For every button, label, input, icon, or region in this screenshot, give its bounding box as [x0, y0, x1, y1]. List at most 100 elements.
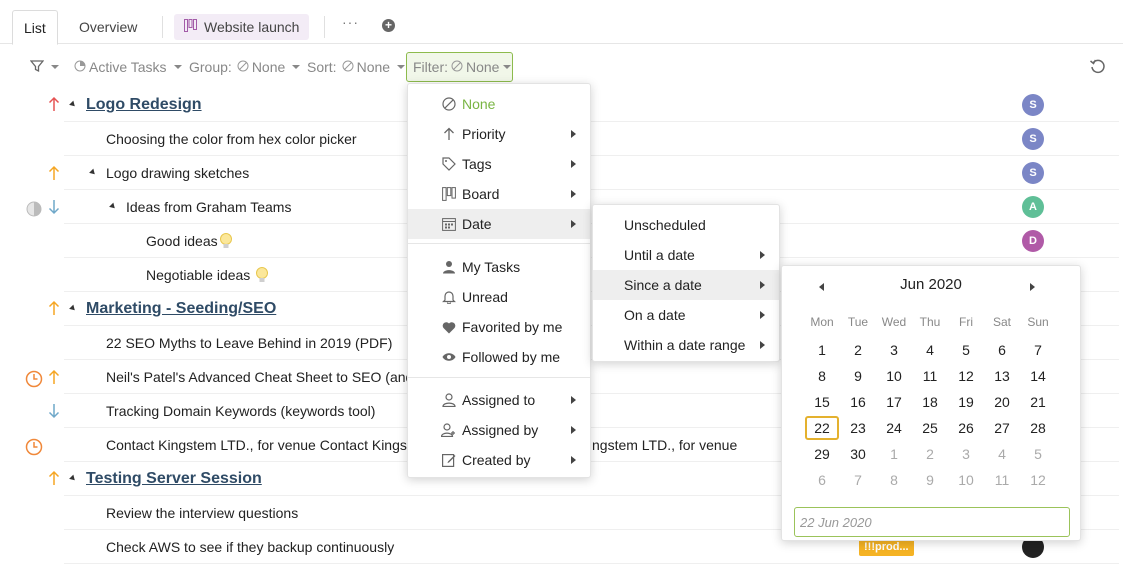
calendar-day[interactable]: 11 [985, 468, 1019, 492]
collapse-triangle-icon[interactable] [109, 202, 117, 211]
filter-option-unread[interactable]: Unread [408, 282, 590, 312]
avatar[interactable]: S [1022, 94, 1044, 116]
calendar-day[interactable]: 1 [805, 338, 839, 362]
calendar-day[interactable]: 13 [985, 364, 1019, 388]
filter-option-date[interactable]: Date [408, 209, 590, 239]
tab-project[interactable]: Website launch [174, 14, 310, 40]
calendar-day[interactable]: 3 [949, 442, 983, 466]
task-group-row[interactable]: Logo Redesign S [64, 88, 1119, 122]
date-option-range[interactable]: Within a date range [593, 330, 779, 360]
group-title[interactable]: Marketing - Seeding/SEO [86, 292, 276, 326]
calendar-day[interactable]: 9 [841, 364, 875, 388]
calendar-day[interactable]: 14 [1021, 364, 1055, 388]
calendar-day[interactable]: 26 [949, 416, 983, 440]
filter-option-assigned-to[interactable]: Assigned to [408, 385, 590, 415]
calendar-day[interactable]: 2 [841, 338, 875, 362]
collapse-triangle-icon[interactable] [69, 304, 77, 313]
calendar-day[interactable]: 30 [841, 442, 875, 466]
next-month-icon[interactable] [1030, 283, 1035, 291]
collapse-triangle-icon[interactable] [69, 100, 77, 109]
calendar-day[interactable]: 25 [913, 416, 947, 440]
calendar-day[interactable]: 24 [877, 416, 911, 440]
calendar-day[interactable]: 10 [949, 468, 983, 492]
tab-overview[interactable]: Overview [68, 10, 148, 44]
avatar[interactable]: S [1022, 128, 1044, 150]
group-dropdown[interactable]: Group: None [189, 52, 301, 82]
filter-option-followed[interactable]: Followed by me [408, 342, 590, 372]
filter-option-none[interactable]: None [408, 89, 590, 119]
collapse-triangle-icon[interactable] [89, 168, 97, 177]
task-title[interactable]: Choosing the color from hex color picker [106, 122, 357, 156]
task-row[interactable]: Logo drawing sketches S [64, 156, 1119, 190]
group-title[interactable]: Logo Redesign [86, 88, 202, 122]
task-title[interactable]: Good ideas [146, 224, 218, 258]
calendar-day[interactable]: 18 [913, 390, 947, 414]
calendar-day[interactable]: 15 [805, 390, 839, 414]
calendar-day[interactable]: 4 [985, 442, 1019, 466]
calendar-day[interactable]: 23 [841, 416, 875, 440]
avatar[interactable]: D [1022, 230, 1044, 252]
more-tabs-button[interactable]: ··· [342, 14, 359, 30]
calendar-day[interactable]: 7 [841, 468, 875, 492]
calendar-day[interactable]: 29 [805, 442, 839, 466]
calendar-day[interactable]: 9 [913, 468, 947, 492]
calendar-day[interactable]: 28 [1021, 416, 1055, 440]
date-option-unscheduled[interactable]: Unscheduled [593, 210, 779, 240]
filter-option-my-tasks[interactable]: My Tasks [408, 252, 590, 282]
filter-option-favorited[interactable]: Favorited by me [408, 312, 590, 342]
calendar-day[interactable]: 6 [985, 338, 1019, 362]
avatar[interactable]: A [1022, 196, 1044, 218]
filter-option-tags[interactable]: Tags [408, 149, 590, 179]
filter-funnel-button[interactable] [29, 52, 59, 82]
calendar-day[interactable]: 16 [841, 390, 875, 414]
calendar-day[interactable]: 10 [877, 364, 911, 388]
date-option-until[interactable]: Until a date [593, 240, 779, 270]
calendar-day[interactable]: 8 [805, 364, 839, 388]
task-title[interactable]: Review the interview questions [106, 496, 298, 530]
calendar-day[interactable]: 8 [877, 468, 911, 492]
task-title[interactable]: Logo drawing sketches [106, 156, 249, 190]
task-title[interactable]: Neil's Patel's Advanced Cheat Sheet to S… [106, 360, 413, 394]
calendar-day[interactable]: 11 [913, 364, 947, 388]
collapse-triangle-icon[interactable] [69, 474, 77, 483]
reset-icon[interactable] [1089, 58, 1107, 79]
calendar-day[interactable]: 3 [877, 338, 911, 362]
calendar-day[interactable]: 4 [913, 338, 947, 362]
sort-dropdown[interactable]: Sort: None [307, 52, 406, 82]
calendar-day[interactable]: 19 [949, 390, 983, 414]
calendar-day[interactable]: 5 [949, 338, 983, 362]
calendar-day[interactable]: 12 [949, 364, 983, 388]
group-title[interactable]: Testing Server Session [86, 462, 262, 496]
calendar-day[interactable]: 7 [1021, 338, 1055, 362]
active-tasks-dropdown[interactable]: Active Tasks [74, 52, 182, 82]
calendar-day[interactable]: 1 [877, 442, 911, 466]
task-row[interactable]: Choosing the color from hex color picker… [64, 122, 1119, 156]
task-title[interactable]: 22 SEO Myths to Leave Behind in 2019 (PD… [106, 326, 392, 360]
calendar-day[interactable]: 21 [1021, 390, 1055, 414]
calendar-day[interactable]: 20 [985, 390, 1019, 414]
add-tab-icon[interactable]: + [382, 19, 395, 32]
task-title[interactable]: Check AWS to see if they backup continuo… [106, 530, 394, 564]
tag-badge[interactable]: !!!prod... [859, 539, 914, 556]
calendar-day[interactable]: 5 [1021, 442, 1055, 466]
filter-option-board[interactable]: Board [408, 179, 590, 209]
calendar-day[interactable]: 22 [805, 416, 839, 440]
date-option-since[interactable]: Since a date [593, 270, 779, 300]
task-title[interactable]: Ideas from Graham Teams [126, 190, 291, 224]
task-title[interactable]: Tracking Domain Keywords (keywords tool) [106, 394, 375, 428]
filter-option-created-by[interactable]: Created by [408, 445, 590, 475]
tab-list[interactable]: List [12, 10, 58, 45]
calendar-day[interactable]: 17 [877, 390, 911, 414]
calendar-day[interactable]: 27 [985, 416, 1019, 440]
filter-dropdown[interactable]: Filter: None [406, 52, 513, 82]
filter-option-priority[interactable]: Priority [408, 119, 590, 149]
calendar-day[interactable]: 6 [805, 468, 839, 492]
avatar[interactable]: S [1022, 162, 1044, 184]
date-option-on[interactable]: On a date [593, 300, 779, 330]
filter-option-assigned-by[interactable]: Assigned by [408, 415, 590, 445]
date-input[interactable] [794, 507, 1070, 537]
calendar-day[interactable]: 2 [913, 442, 947, 466]
calendar-day[interactable]: 12 [1021, 468, 1055, 492]
task-title[interactable]: Contact Kingstem LTD., for venue Contact… [106, 428, 411, 462]
task-title[interactable]: Negotiable ideas [146, 258, 250, 292]
